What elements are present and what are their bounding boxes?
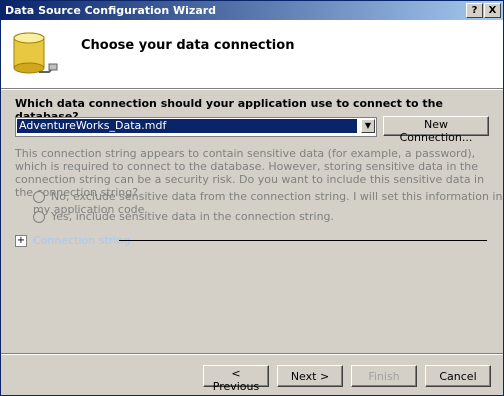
cancel-button[interactable]: Cancel (425, 365, 491, 387)
connection-dropdown[interactable]: AdventureWorks_Data.mdf ▼ (15, 117, 377, 137)
wizard-window: Data Source Configuration Wizard ? X Cho… (0, 0, 504, 396)
help-button[interactable]: ? (466, 3, 483, 18)
window-title: Data Source Configuration Wizard (5, 4, 217, 17)
next-button[interactable]: Next > (277, 365, 343, 387)
wizard-header: Choose your data connection (1, 20, 503, 89)
connection-dropdown-value[interactable]: AdventureWorks_Data.mdf (17, 119, 357, 133)
connection-string-divider (119, 240, 487, 241)
close-button[interactable]: X (484, 3, 501, 18)
expand-connection-string-button[interactable]: + (15, 235, 27, 247)
previous-button[interactable]: < Previous (203, 365, 269, 393)
include-sensitive-radio[interactable]: Yes, include sensitive data in the conne… (33, 210, 503, 223)
connection-string-label: Connection string (33, 234, 131, 247)
database-connection-icon (13, 32, 58, 74)
radio-circle-icon (33, 191, 45, 203)
finish-button[interactable]: Finish (351, 365, 417, 387)
radio-circle-icon (33, 211, 45, 223)
new-connection-button[interactable]: New Connection... (383, 116, 489, 144)
page-title: Choose your data connection (81, 38, 295, 53)
footer-divider-highlight (1, 354, 503, 355)
header-divider (1, 89, 503, 90)
include-sensitive-label: Yes, include sensitive data in the conne… (51, 210, 335, 223)
title-bar[interactable]: Data Source Configuration Wizard ? X (1, 1, 503, 20)
chevron-down-icon[interactable]: ▼ (361, 119, 375, 133)
